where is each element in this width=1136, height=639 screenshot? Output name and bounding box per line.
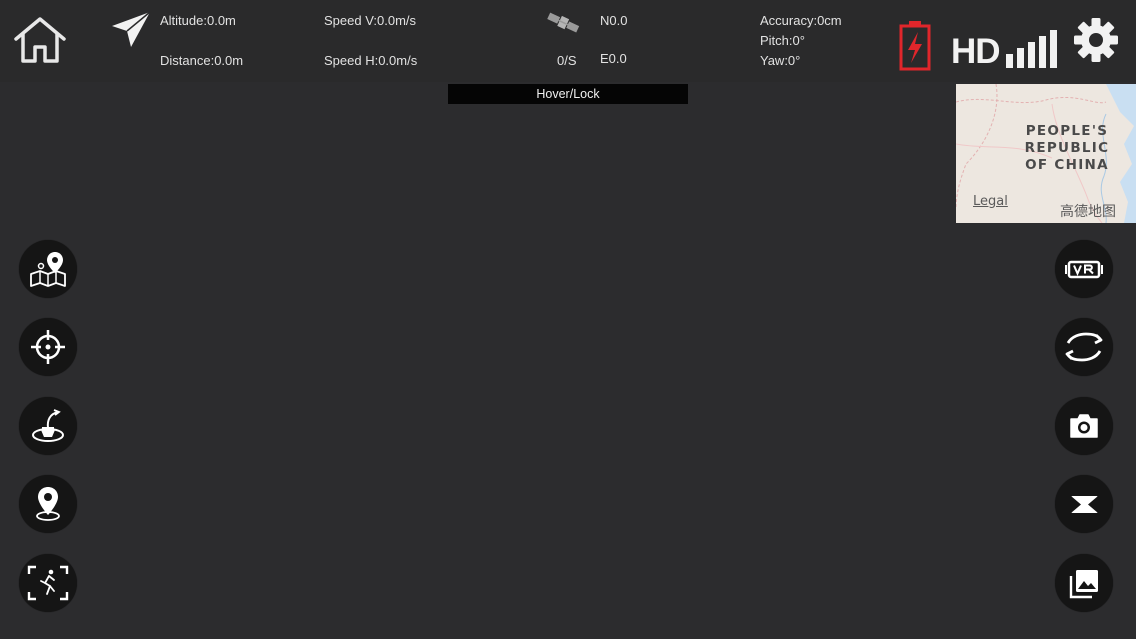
crosshair-target-icon: [31, 330, 65, 364]
orbit-mode-button[interactable]: [19, 397, 77, 455]
north-coordinate: N0.0: [600, 13, 628, 28]
signal-bars-icon: [1004, 28, 1060, 70]
take-photo-button[interactable]: [1055, 397, 1113, 455]
follow-me-icon: [27, 565, 69, 601]
battery-charging-icon: [898, 20, 932, 72]
yaw-readout: Yaw:0°: [760, 53, 801, 68]
flight-mode-banner: Hover/Lock: [448, 84, 688, 104]
record-video-button[interactable]: [1055, 475, 1113, 533]
accuracy-readout: Accuracy:0cm: [760, 13, 842, 28]
satellite-icon: [546, 10, 580, 36]
satellite-count: 0/S: [557, 53, 577, 68]
map-provider-label: 高德地图: [1060, 204, 1116, 220]
home-icon: [14, 17, 66, 63]
vr-mode-button[interactable]: [1055, 240, 1113, 298]
map-waypoint-button[interactable]: [19, 240, 77, 298]
camera-icon: [1070, 414, 1098, 438]
orbit-drone-icon: [32, 409, 64, 442]
distance-readout: Distance:0.0m: [160, 53, 244, 68]
switch-camera-button[interactable]: [1055, 318, 1113, 376]
direction-arrow-icon: [108, 10, 152, 50]
gallery-button[interactable]: [1055, 554, 1113, 612]
map-legal-link[interactable]: Legal: [973, 194, 1008, 209]
map-country-label: PEOPLE'S REPUBLIC OF CHINA: [1024, 123, 1110, 173]
location-button[interactable]: [19, 475, 77, 533]
gallery-icon: [1069, 570, 1098, 599]
target-lock-button[interactable]: [19, 318, 77, 376]
vr-icon: [1065, 260, 1103, 279]
speed-horizontal-readout: Speed H:0.0m/s: [324, 53, 418, 68]
speed-vertical-readout: Speed V:0.0m/s: [324, 13, 417, 28]
pitch-readout: Pitch:0°: [760, 33, 805, 48]
video-icon: [1071, 496, 1098, 513]
location-pin-icon: [36, 487, 60, 521]
settings-button[interactable]: [1072, 16, 1120, 64]
altitude-readout: Altitude:0.0m: [160, 13, 236, 28]
hd-label: HD: [951, 32, 1001, 71]
home-button[interactable]: [12, 15, 68, 65]
map-waypoint-icon: [30, 252, 66, 287]
east-coordinate: E0.0: [600, 51, 627, 66]
switch-camera-icon: [1065, 332, 1103, 362]
follow-me-button[interactable]: [19, 554, 77, 612]
gear-icon: [1074, 18, 1118, 62]
minimap[interactable]: PEOPLE'S REPUBLIC OF CHINA Legal 高德地图: [956, 84, 1136, 223]
